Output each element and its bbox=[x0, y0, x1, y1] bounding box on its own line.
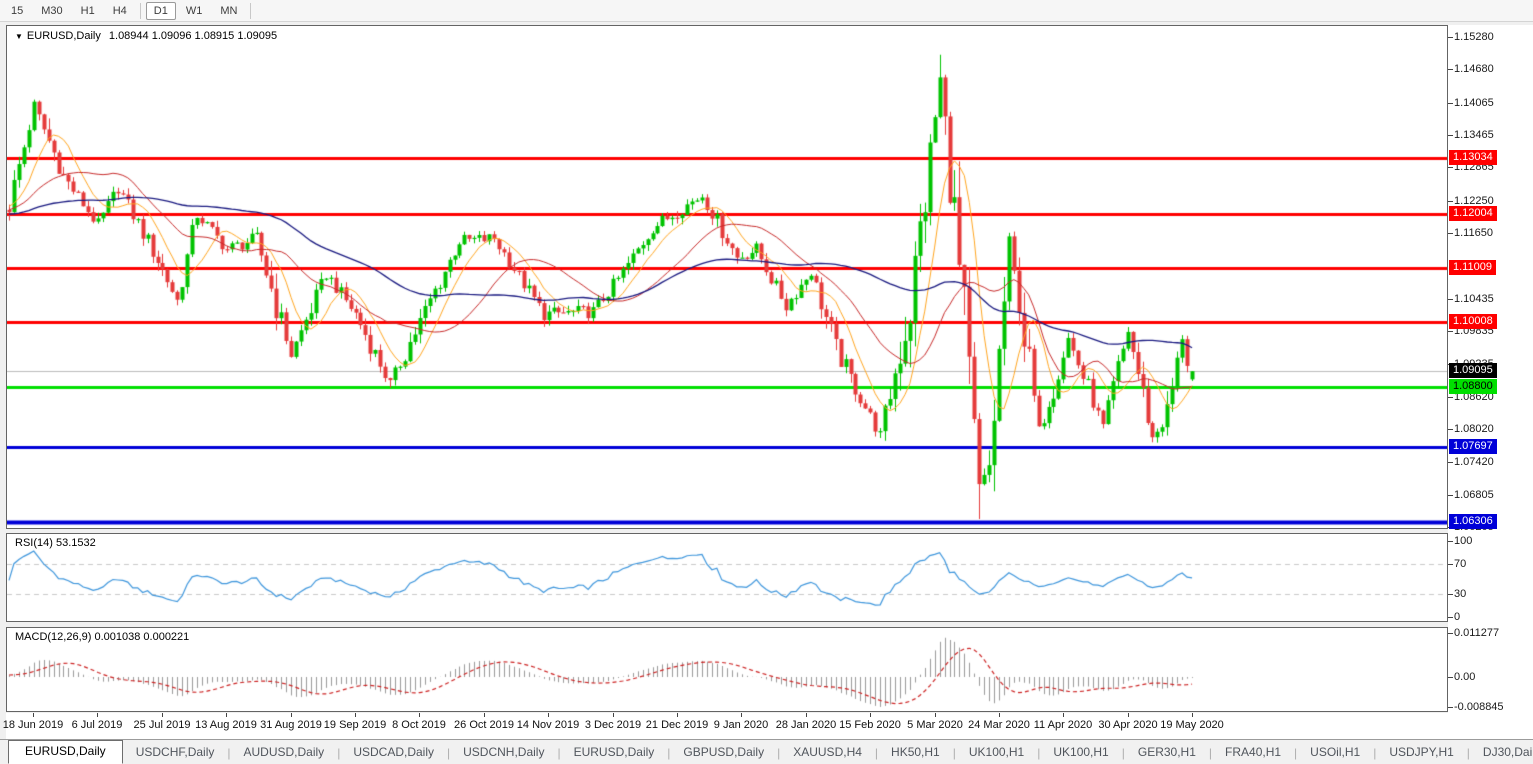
timeframe-button-h1[interactable]: H1 bbox=[73, 2, 103, 20]
toolbar-separator bbox=[250, 2, 252, 19]
date-axis-label: 28 Jan 2020 bbox=[775, 719, 837, 731]
date-axis-label: 13 Aug 2019 bbox=[195, 719, 257, 731]
date-axis-label: 24 Mar 2020 bbox=[968, 719, 1030, 731]
chart-title: ▼ EURUSD,Daily 1.08944 1.09096 1.08915 1.0… bbox=[15, 30, 277, 42]
date-axis-label: 19 Sep 2019 bbox=[323, 719, 387, 731]
date-axis-label: 9 Jan 2020 bbox=[713, 719, 769, 731]
date-axis-label: 14 Nov 2019 bbox=[516, 719, 580, 731]
date-tick-mark bbox=[355, 713, 356, 717]
chart-tab-hk50-h1[interactable]: HK50,H1 bbox=[878, 742, 953, 763]
date-tick-mark bbox=[484, 713, 485, 717]
macd-panel: MACD(12,26,9) 0.001038 0.000221 bbox=[6, 627, 1448, 712]
date-axis-label: 18 Jun 2019 bbox=[2, 719, 64, 731]
chart-tab-xauusd-h4[interactable]: XAUUSD,H4 bbox=[780, 742, 875, 763]
chart-tab-eurusd-daily[interactable]: EURUSD,Daily bbox=[8, 740, 123, 764]
timeframe-button-15[interactable]: 15 bbox=[3, 2, 31, 20]
date-tick-mark bbox=[419, 713, 420, 717]
date-axis-label: 25 Jul 2019 bbox=[133, 719, 191, 731]
date-axis-label: 8 Oct 2019 bbox=[392, 719, 446, 731]
timeframe-button-d1[interactable]: D1 bbox=[145, 1, 176, 20]
rsi-canvas[interactable] bbox=[7, 534, 1447, 621]
date-tick-mark bbox=[1192, 713, 1193, 717]
date-tick-mark bbox=[613, 713, 614, 717]
date-tick-mark bbox=[97, 713, 98, 717]
main-chart-canvas[interactable] bbox=[7, 26, 1447, 528]
chart-tab-bar: EURUSD,Daily USDCHF,Daily | AUDUSD,Daily | US… bbox=[0, 739, 1533, 764]
date-axis-label: 3 Dec 2019 bbox=[584, 719, 642, 731]
macd-label: MACD(12,26,9) 0.001038 0.000221 bbox=[15, 631, 190, 643]
date-tick-mark bbox=[291, 713, 292, 717]
rsi-panel: RSI(14) 53.1532 bbox=[6, 533, 1448, 622]
date-tick-mark bbox=[1063, 713, 1064, 717]
date-axis-label: 15 Feb 2020 bbox=[839, 719, 901, 731]
date-axis-label: 26 Oct 2019 bbox=[454, 719, 514, 731]
chart-tab-usdcad-daily[interactable]: USDCAD,Daily bbox=[340, 742, 447, 763]
price-axis-column[interactable] bbox=[1448, 25, 1533, 713]
date-tick-mark bbox=[999, 713, 1000, 717]
date-axis-label: 30 Apr 2020 bbox=[1098, 719, 1158, 731]
date-tick-mark bbox=[677, 713, 678, 717]
date-tick-mark bbox=[806, 713, 807, 717]
toolbar-separator bbox=[139, 2, 141, 19]
chart-tab-eurusd-daily[interactable]: EURUSD,Daily bbox=[561, 742, 668, 763]
chart-tab-ger30-h1[interactable]: GER30,H1 bbox=[1125, 742, 1209, 763]
chart-tab-usdchf-daily[interactable]: USDCHF,Daily bbox=[123, 742, 228, 763]
timeframe-button-w1[interactable]: W1 bbox=[178, 2, 211, 20]
chart-tab-gbpusd-daily[interactable]: GBPUSD,Daily bbox=[670, 742, 777, 763]
date-axis-label: 19 May 2020 bbox=[1160, 719, 1224, 731]
symbol-dropdown-icon[interactable]: ▼ bbox=[15, 32, 23, 41]
date-tick-mark bbox=[1128, 713, 1129, 717]
date-tick-mark bbox=[741, 713, 742, 717]
date-axis-label: 6 Jul 2019 bbox=[71, 719, 123, 731]
chart-tab-fra40-h1[interactable]: FRA40,H1 bbox=[1212, 742, 1294, 763]
timeframe-button-h4[interactable]: H4 bbox=[105, 2, 135, 20]
date-tick-mark bbox=[935, 713, 936, 717]
macd-canvas[interactable] bbox=[7, 628, 1447, 711]
timeframe-button-mn[interactable]: MN bbox=[212, 2, 245, 20]
chart-tab-uk100-h1[interactable]: UK100,H1 bbox=[1040, 742, 1121, 763]
chart-tab-usdjpy-h1[interactable]: USDJPY,H1 bbox=[1376, 742, 1466, 763]
timeframe-button-m30[interactable]: M30 bbox=[33, 2, 70, 20]
date-tick-mark bbox=[162, 713, 163, 717]
mt4-window: 15 M30 H1 H4 D1 W1 MN ▼ EURUSD,Daily 1.08944 1.0… bbox=[0, 0, 1533, 764]
chart-tab-usdcnh-daily[interactable]: USDCNH,Daily bbox=[450, 742, 557, 763]
date-axis-label: 11 Apr 2020 bbox=[1033, 719, 1093, 731]
chart-tab-usoil-h1[interactable]: USOil,H1 bbox=[1297, 742, 1373, 763]
timeframe-toolbar: 15 M30 H1 H4 D1 W1 MN bbox=[0, 0, 1533, 22]
date-tick-mark bbox=[870, 713, 871, 717]
date-axis[interactable]: 18 Jun 2019 6 Jul 2019 25 Jul 2019 13 Aug 2… bbox=[2, 713, 1533, 739]
date-axis-label: 5 Mar 2020 bbox=[907, 719, 963, 731]
rsi-label: RSI(14) 53.1532 bbox=[15, 537, 96, 549]
date-tick-mark bbox=[33, 713, 34, 717]
date-axis-label: 21 Dec 2019 bbox=[645, 719, 709, 731]
chart-tab-dj30-daily[interactable]: DJ30,Daily bbox=[1470, 742, 1533, 763]
date-axis-label: 31 Aug 2019 bbox=[260, 719, 322, 731]
chart-symbol-period: EURUSD,Daily bbox=[26, 30, 101, 42]
chart-ohlc-values: 1.08944 1.09096 1.08915 1.09095 bbox=[108, 30, 278, 42]
date-tick-mark bbox=[548, 713, 549, 717]
main-chart-panel: ▼ EURUSD,Daily 1.08944 1.09096 1.08915 1.0… bbox=[6, 25, 1448, 529]
chart-tab-audusd-daily[interactable]: AUDUSD,Daily bbox=[231, 742, 338, 763]
date-tick-mark bbox=[226, 713, 227, 717]
chart-tab-uk100-h1[interactable]: UK100,H1 bbox=[956, 742, 1037, 763]
